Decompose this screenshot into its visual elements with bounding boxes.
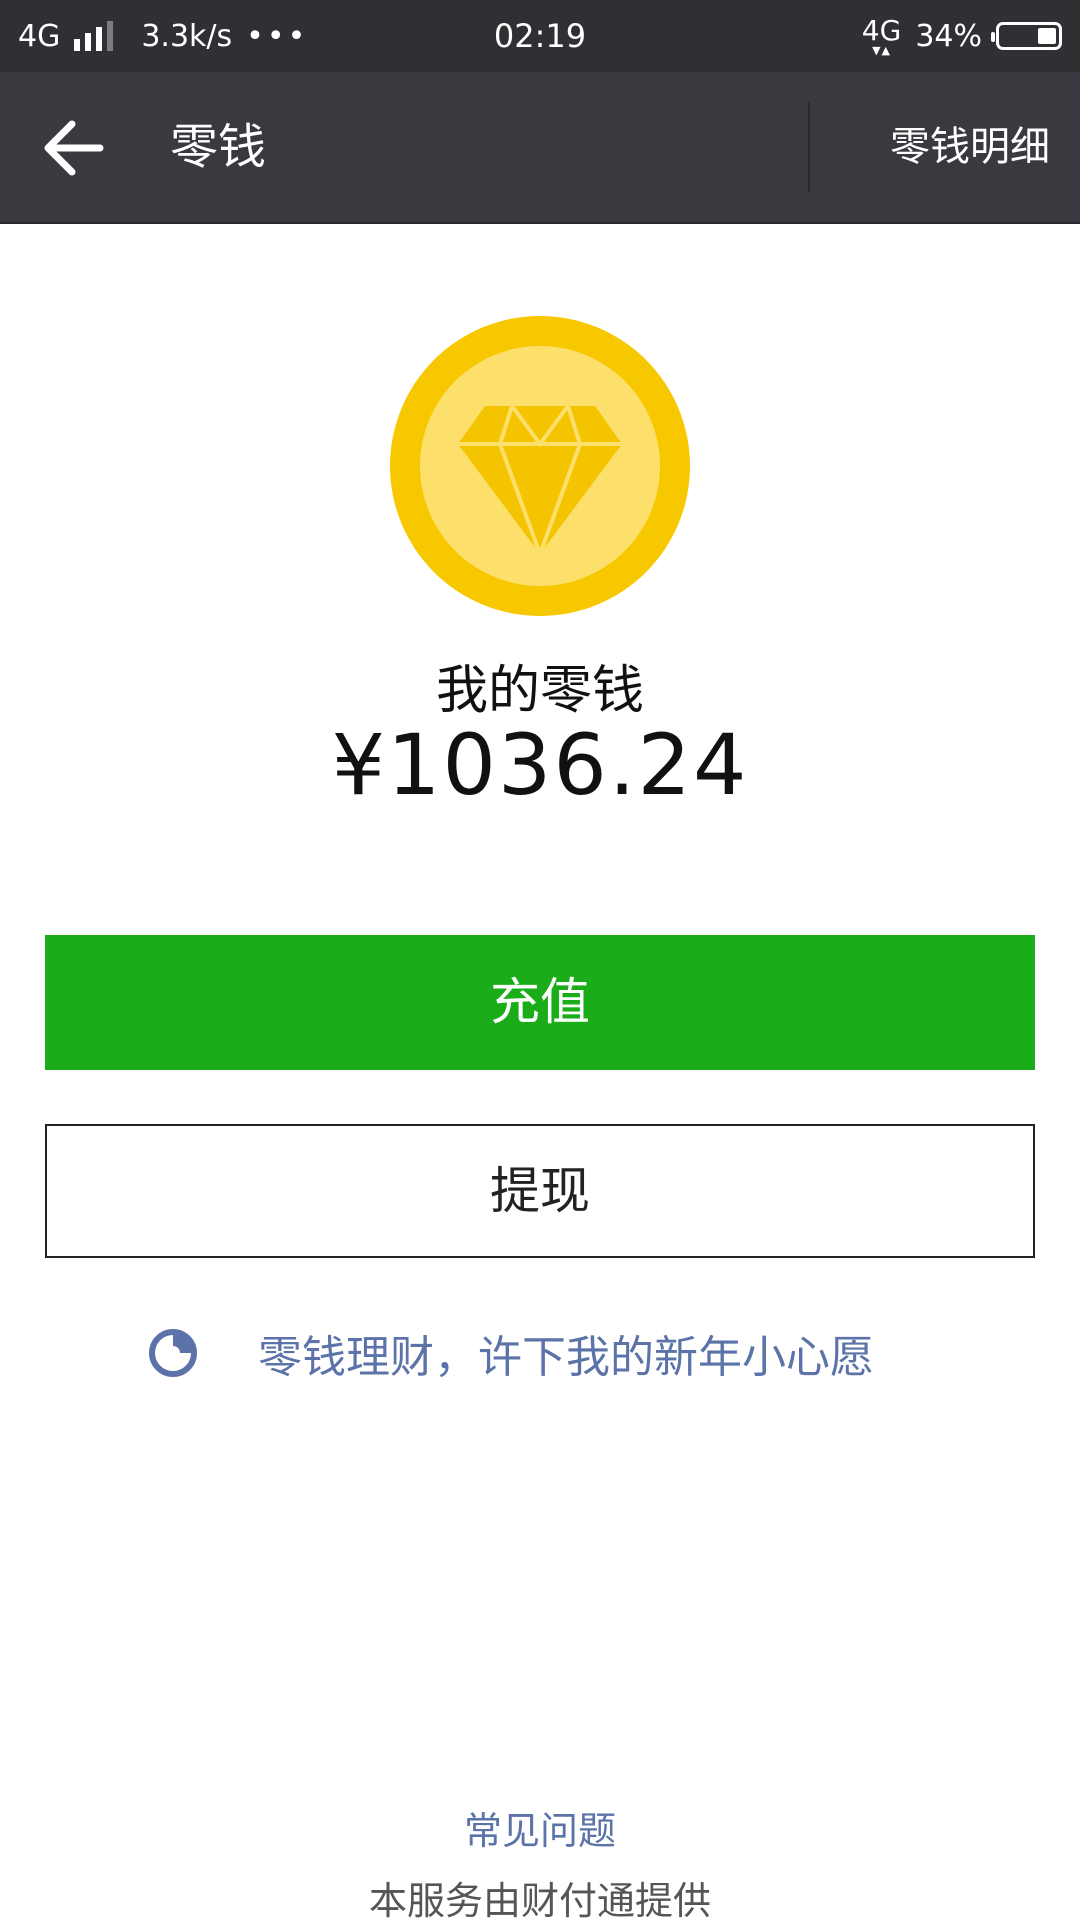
balance-label: 我的零钱 [435, 661, 644, 721]
wallet-coin-icon [390, 316, 690, 616]
back-arrow-icon [44, 120, 104, 176]
page-title: 零钱 [170, 119, 267, 175]
header-divider [808, 102, 810, 192]
battery-icon [991, 22, 1062, 50]
wealth-management-promo[interactable]: 零钱理财，许下我的新年小心愿 [140, 1318, 960, 1388]
balance-detail-link[interactable]: 零钱明细 [890, 72, 1050, 222]
status-bar: 4G 3.3k/s ••• 02:19 4G ▼▲ 34% [0, 0, 1080, 72]
mobile-data-icon: 4G ▼▲ [861, 13, 902, 57]
battery-percent: 34% [915, 18, 982, 54]
licaitong-logo-icon [149, 1329, 197, 1377]
faq-link[interactable]: 常见问题 [0, 1800, 1080, 1855]
promo-text: 零钱理财，许下我的新年小心愿 [258, 1332, 874, 1383]
balance-amount: ¥1036.24 [331, 716, 749, 814]
back-button[interactable] [38, 112, 110, 184]
diamond-icon [458, 404, 622, 555]
nav-header: 零钱 零钱明细 [0, 72, 1080, 224]
status-bar-right: 4G ▼▲ 34% [862, 0, 1062, 72]
recharge-button[interactable]: 充值 [45, 935, 1035, 1070]
data-arrows-icon: ▼▲ [872, 43, 892, 57]
withdraw-button[interactable]: 提现 [45, 1124, 1035, 1258]
service-provider-note: 本服务由财付通提供 [368, 1879, 711, 1923]
mobile-data-label: 4G [861, 13, 902, 47]
